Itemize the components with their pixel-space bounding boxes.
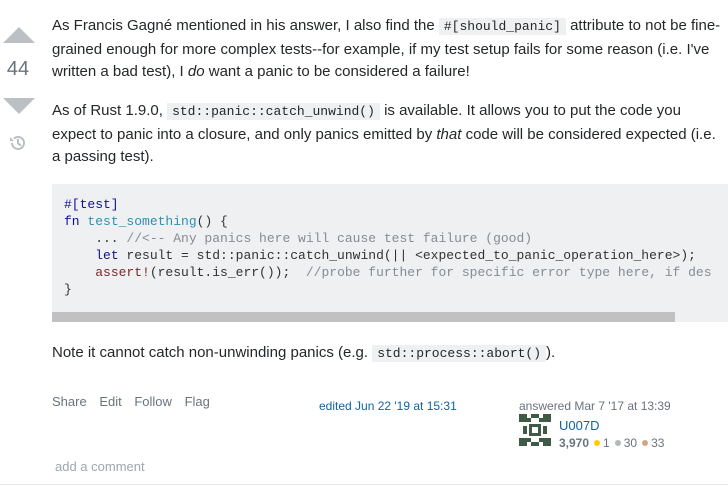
- code-keyword: fn: [64, 214, 80, 229]
- answer-paragraph-1: As Francis Gagné mentioned in his answer…: [52, 15, 728, 84]
- code-text: () {: [196, 214, 228, 229]
- code-text: (result.is_err());: [149, 265, 306, 280]
- code-comment: //<-- Any panics here will cause test fa…: [126, 231, 533, 246]
- silver-badge-icon: [614, 440, 621, 446]
- code-keyword: let: [95, 248, 119, 263]
- code-text: ...: [64, 231, 127, 246]
- text: As of Rust 1.9.0,: [52, 102, 168, 119]
- code-text: }: [64, 282, 72, 297]
- emphasis: that: [436, 125, 462, 143]
- inline-code: #[should_panic]: [438, 18, 566, 35]
- text: As Francis Gagné mentioned in his answer…: [52, 17, 439, 34]
- edited-timestamp-link[interactable]: edited Jun 22 '19 at 15:31: [319, 395, 457, 418]
- arrow-down-icon[interactable]: [3, 98, 35, 114]
- post-menu: Share Edit Follow Flag: [52, 391, 219, 414]
- follow-link[interactable]: Follow: [134, 394, 172, 409]
- text: want a panic to be considered a failure!: [204, 63, 470, 80]
- history-icon[interactable]: [9, 134, 27, 152]
- horizontal-scrollbar[interactable]: [52, 312, 675, 322]
- vote-score: 44: [6, 58, 30, 80]
- code-line: #[test]: [64, 197, 119, 212]
- text: ).: [546, 344, 556, 361]
- code-fn-name: test_something: [87, 214, 197, 229]
- text: Note it cannot catch non-unwinding panic…: [52, 344, 373, 361]
- edit-link[interactable]: Edit: [99, 394, 121, 409]
- reputation-score: 3,970: [559, 436, 590, 450]
- inline-code: std::panic::catch_unwind(): [167, 103, 380, 120]
- silver-badge-count: 30: [623, 436, 638, 450]
- code-comment: //probe further for specific error type …: [305, 265, 712, 280]
- add-comment-link[interactable]: add a comment: [55, 456, 145, 479]
- gold-badge-count: 1: [603, 436, 610, 450]
- answer-paragraph-3: Note it cannot catch non-unwinding panic…: [52, 342, 728, 366]
- arrow-up-icon[interactable]: [3, 27, 35, 43]
- bronze-badge-count: 33: [651, 436, 665, 450]
- share-link[interactable]: Share: [52, 394, 87, 409]
- code-macro: assert!: [95, 265, 150, 280]
- gold-badge-icon: [594, 440, 601, 446]
- flag-link[interactable]: Flag: [185, 394, 210, 409]
- bronze-badge-icon: [642, 440, 649, 446]
- code-block: #[test] fn test_something() { ... //<-- …: [52, 184, 728, 322]
- inline-code: std::process::abort(): [372, 345, 547, 362]
- user-reputation: 3,970 1 30 33: [559, 432, 664, 455]
- answer-paragraph-2: As of Rust 1.9.0, std::panic::catch_unwi…: [52, 100, 728, 169]
- avatar[interactable]: [519, 414, 551, 446]
- divider: [0, 484, 728, 485]
- emphasis: do: [187, 63, 205, 80]
- code-text: result = std::panic::catch_unwind(|| <ex…: [118, 248, 696, 263]
